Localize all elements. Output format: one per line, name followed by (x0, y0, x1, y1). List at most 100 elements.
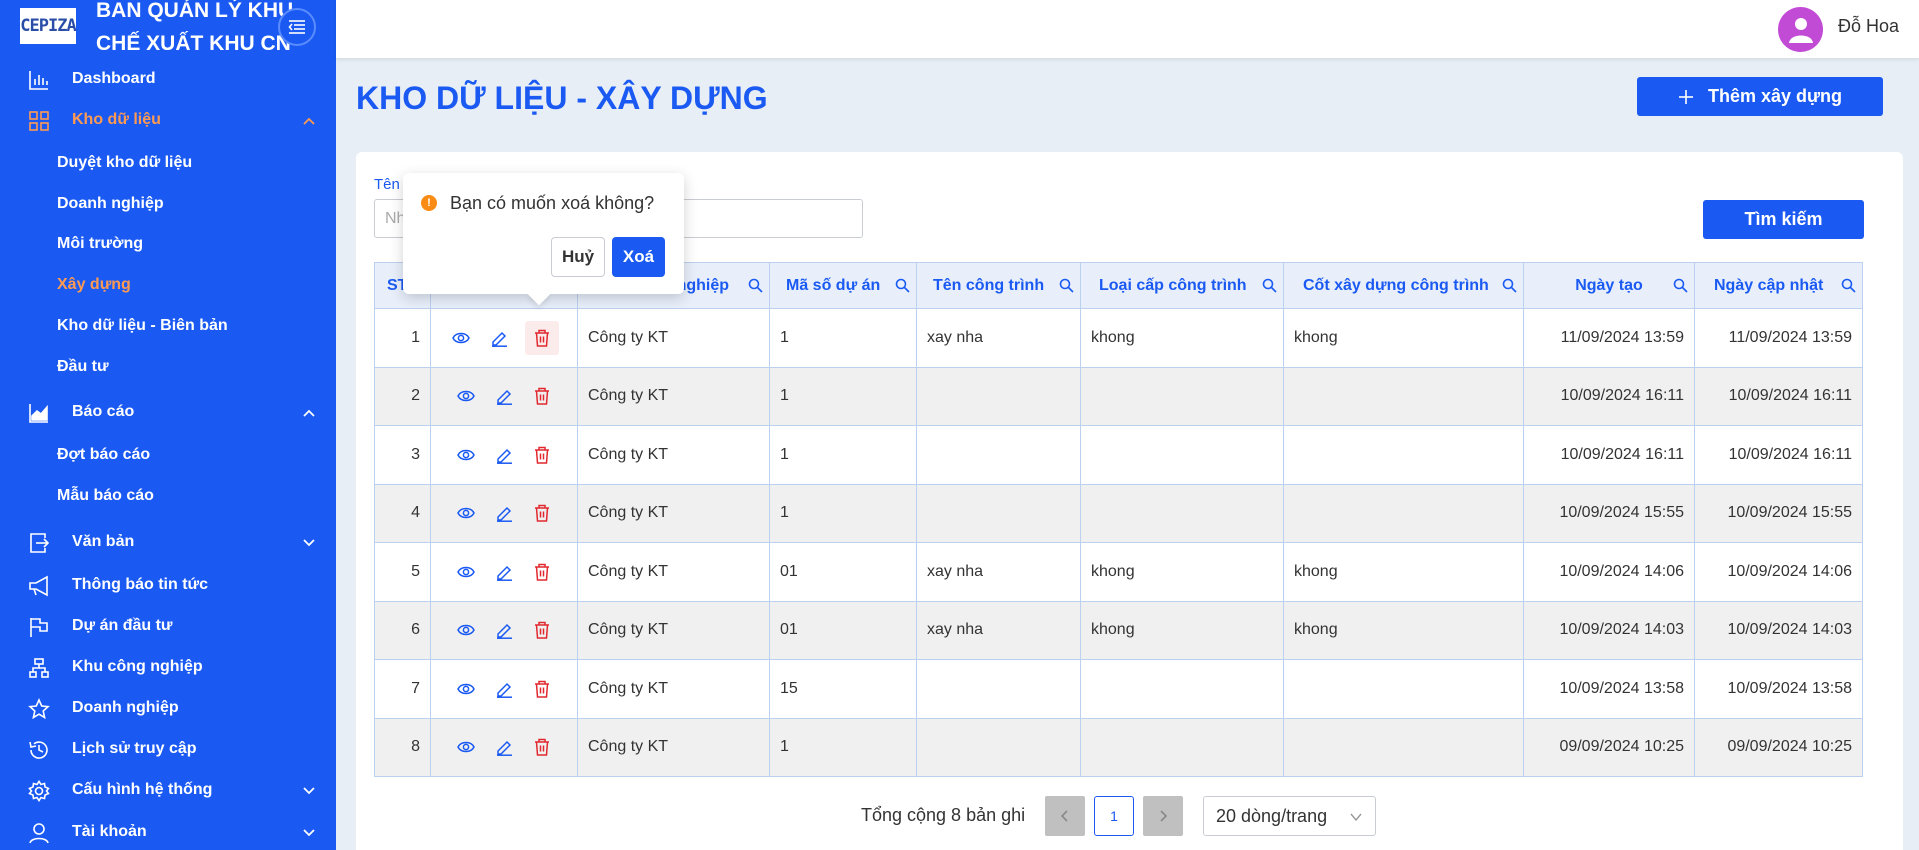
nav-kho-du-lieu[interactable]: Kho dữ liệu (0, 103, 336, 137)
user-name[interactable]: Đỗ Hoa (1838, 16, 1899, 37)
edit-icon[interactable] (492, 735, 516, 759)
brand: CEPIZA BAN QUẢN LÝ KHU CHẾ XUẤT KHU CN (0, 0, 336, 58)
gear-icon (28, 780, 50, 802)
total-records: Tổng cộng 8 bản ghi (861, 805, 1026, 825)
view-icon[interactable] (449, 326, 473, 350)
cell-loai-cap (1080, 425, 1284, 485)
view-icon[interactable] (454, 384, 478, 408)
page-1-button[interactable]: 1 (1094, 796, 1134, 836)
cell-loai-cap (1080, 366, 1284, 426)
area-chart-icon (29, 404, 48, 423)
cell-ngay-cap-nhat: 11/09/2024 13:59 (1694, 308, 1863, 368)
nav-cau-hinh[interactable]: Cấu hình hệ thống (0, 773, 336, 807)
cell-ngay-tao: 10/09/2024 16:11 (1523, 366, 1695, 426)
table-row: 5 Công ty KT 01 xay nha khong khong 10/09/2024… (374, 542, 1863, 602)
collapse-menu-button[interactable] (278, 8, 316, 46)
cell-ngay-tao: 09/09/2024 10:25 (1523, 717, 1695, 777)
cell-ten-cong-trinh (916, 717, 1081, 777)
cell-stt: 1 (374, 308, 431, 368)
next-page-button[interactable] (1143, 796, 1183, 836)
cell-cot-xay-dung (1283, 659, 1524, 719)
edit-icon[interactable] (492, 443, 516, 467)
view-icon[interactable] (454, 560, 478, 584)
delete-icon[interactable] (525, 320, 559, 355)
col-cot-xay-dung[interactable]: Cốt xây dựng công trình (1283, 262, 1524, 309)
delete-icon[interactable] (530, 384, 554, 408)
add-construction-button[interactable]: Thêm xây dựng (1637, 77, 1883, 116)
edit-icon[interactable] (487, 326, 511, 350)
col-ngay-tao[interactable]: Ngày tạo (1523, 262, 1695, 309)
page-size-select[interactable]: 20 dòng/trang (1203, 796, 1376, 836)
col-ten-cong-trinh[interactable]: Tên công trình (916, 262, 1081, 309)
search-icon[interactable] (1502, 278, 1517, 293)
cell-ngay-cap-nhat: 10/09/2024 16:11 (1694, 366, 1863, 426)
delete-icon[interactable] (530, 735, 554, 759)
nav-bao-cao[interactable]: Báo cáo (0, 395, 336, 429)
nav-thong-bao[interactable]: Thông báo tin tức (0, 568, 336, 602)
subnav-dau-tu[interactable]: Đầu tư (57, 352, 109, 382)
subnav-doanh-nghiep[interactable]: Doanh nghiệp (57, 189, 164, 219)
nav-dashboard[interactable]: Dashboard (0, 62, 336, 96)
col-loai-cap[interactable]: Loại cấp công trình (1080, 262, 1284, 309)
flag-icon (30, 618, 48, 637)
cell-actions (430, 425, 578, 485)
search-icon[interactable] (1673, 278, 1688, 293)
chevron-down-icon (303, 829, 315, 837)
search-icon[interactable] (1841, 278, 1856, 293)
cell-doanh-nghiep: Công ty KT (577, 600, 770, 660)
cell-actions (430, 308, 578, 368)
nav-doanh-nghiep[interactable]: Doanh nghiệp (0, 691, 336, 725)
cell-ngay-cap-nhat: 10/09/2024 14:06 (1694, 542, 1863, 602)
edit-icon[interactable] (492, 677, 516, 701)
edit-icon[interactable] (492, 618, 516, 642)
delete-icon[interactable] (530, 560, 554, 584)
subnav-xay-dung[interactable]: Xây dựng (57, 270, 131, 300)
cell-doanh-nghiep: Công ty KT (577, 425, 770, 485)
delete-icon[interactable] (530, 677, 554, 701)
cell-stt: 8 (374, 717, 431, 777)
subnav-kho-bien-ban[interactable]: Kho dữ liệu - Biên bản (57, 311, 228, 341)
subnav-duyet-kho[interactable]: Duyệt kho dữ liệu (57, 148, 192, 178)
search-icon[interactable] (895, 278, 910, 293)
edit-icon[interactable] (492, 384, 516, 408)
nav-van-ban[interactable]: Văn bản (0, 525, 336, 559)
view-icon[interactable] (454, 677, 478, 701)
nav-du-an[interactable]: Dự án đầu tư (0, 609, 336, 643)
subnav-mau-bao-cao[interactable]: Mẫu báo cáo (57, 481, 154, 511)
bar-chart-icon (29, 71, 48, 90)
user-icon (29, 823, 49, 844)
cancel-button[interactable]: Huỷ (551, 237, 605, 277)
view-icon[interactable] (454, 443, 478, 467)
chevron-left-icon (1060, 810, 1068, 822)
nav-lich-su[interactable]: Lịch sử truy cập (0, 732, 336, 766)
col-ngay-cap-nhat[interactable]: Ngày cập nhật (1694, 262, 1863, 309)
delete-icon[interactable] (530, 501, 554, 525)
prev-page-button[interactable] (1045, 796, 1085, 836)
network-icon (29, 658, 49, 678)
cell-actions (430, 366, 578, 426)
sidebar: CEPIZA BAN QUẢN LÝ KHU CHẾ XUẤT KHU CN D… (0, 0, 336, 850)
search-icon[interactable] (748, 278, 763, 293)
view-icon[interactable] (454, 618, 478, 642)
delete-popconfirm: ! Bạn có muốn xoá không? Huỷ Xoá (403, 173, 684, 306)
search-icon[interactable] (1262, 278, 1277, 293)
nav-tai-khoan[interactable]: Tài khoản (0, 815, 336, 849)
cell-loai-cap (1080, 659, 1284, 719)
avatar[interactable] (1778, 7, 1823, 52)
subnav-moi-truong[interactable]: Môi trường (57, 229, 143, 259)
search-icon[interactable] (1059, 278, 1074, 293)
confirm-delete-button[interactable]: Xoá (612, 237, 665, 277)
nav-khu-cong-nghiep[interactable]: Khu công nghiệp (0, 650, 336, 684)
view-icon[interactable] (454, 501, 478, 525)
view-icon[interactable] (454, 735, 478, 759)
delete-icon[interactable] (530, 443, 554, 467)
cell-stt: 6 (374, 600, 431, 660)
edit-icon[interactable] (492, 560, 516, 584)
subnav-dot-bao-cao[interactable]: Đợt báo cáo (57, 440, 150, 470)
col-ma-so-du-an[interactable]: Mã số dự án (769, 262, 917, 309)
search-button[interactable]: Tìm kiếm (1703, 200, 1864, 239)
delete-icon[interactable] (530, 618, 554, 642)
cell-actions (430, 717, 578, 777)
edit-icon[interactable] (492, 501, 516, 525)
table-row: 8 Công ty KT 1 09/09/2024 10:25 09/09/2024 1… (374, 717, 1863, 777)
